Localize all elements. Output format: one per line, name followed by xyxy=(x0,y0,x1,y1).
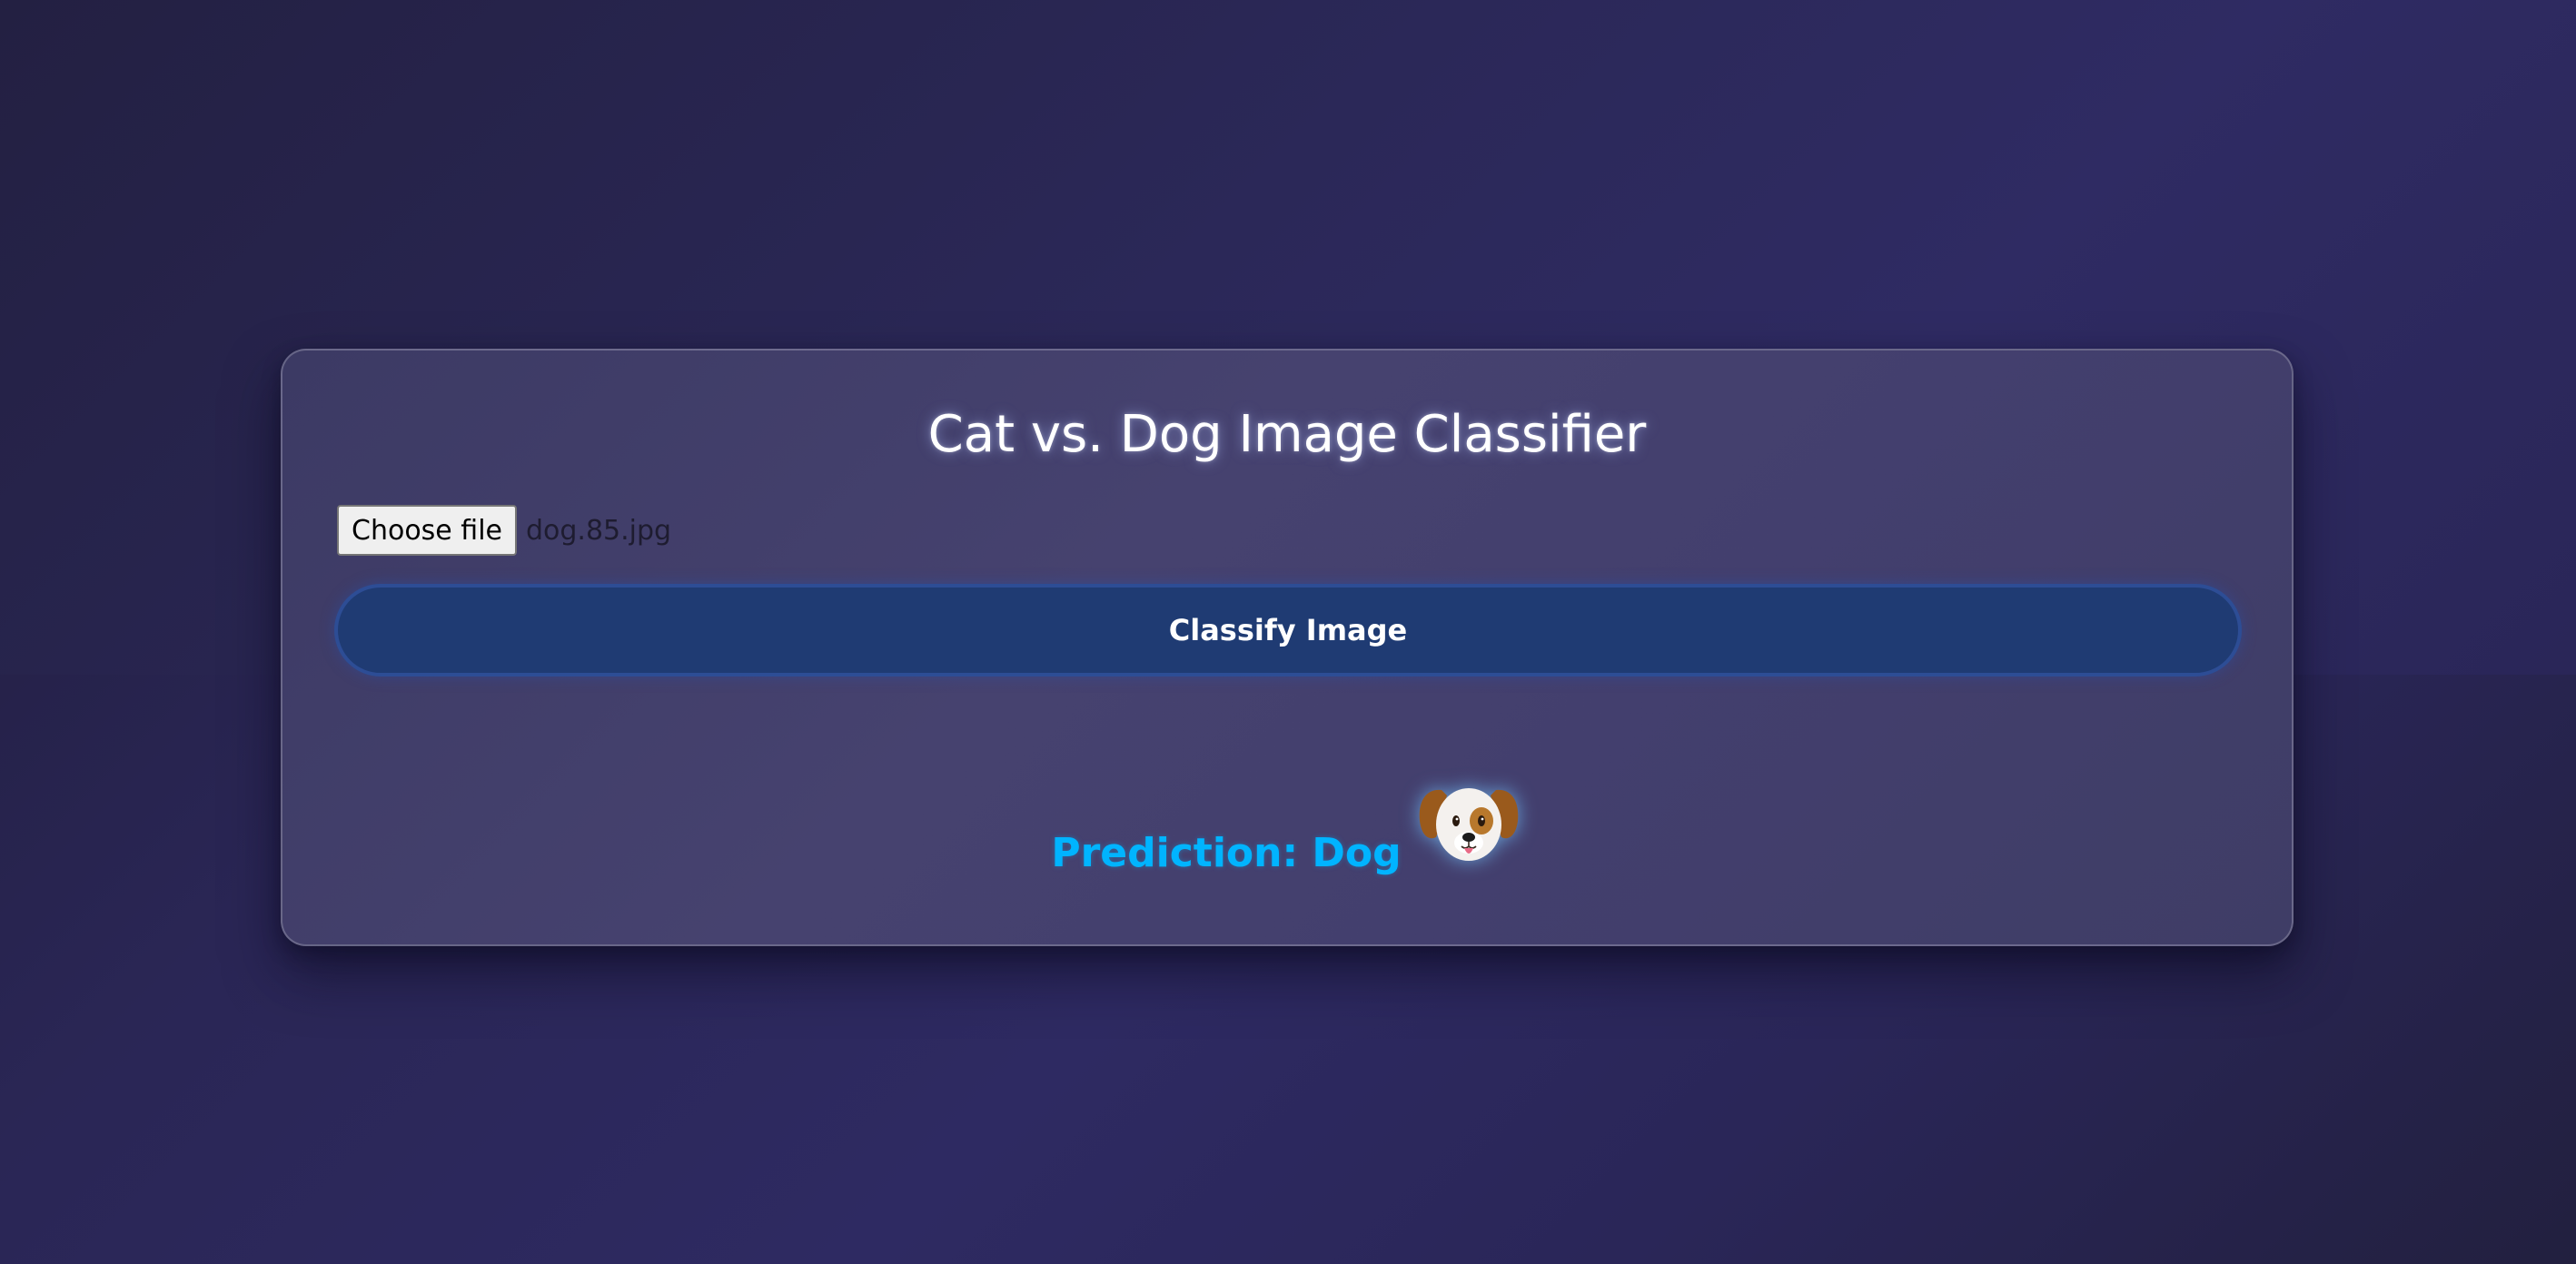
file-input[interactable]: Choose file dog.85.jpg xyxy=(337,504,671,557)
dog-face-icon xyxy=(1419,788,1518,861)
classify-image-button[interactable]: Classify Image xyxy=(334,584,2242,676)
selected-file-name: dog.85.jpg xyxy=(525,514,672,547)
page-title: Cat vs. Dog Image Classifier xyxy=(927,405,1647,464)
choose-file-button[interactable]: Choose file xyxy=(337,505,517,556)
classifier-card: Cat vs. Dog Image Classifier Choose file… xyxy=(281,349,2294,946)
prediction-text: Prediction: Dog xyxy=(1051,830,1402,876)
prediction-result: Prediction: Dog xyxy=(282,770,2292,879)
